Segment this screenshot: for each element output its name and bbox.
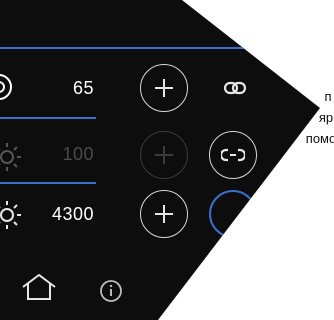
row-color-temperature: 4300 xyxy=(0,190,300,238)
unlink-button[interactable] xyxy=(209,131,257,179)
info-icon xyxy=(100,280,122,302)
unlink-icon xyxy=(221,148,245,162)
row-brightness-main: 65 xyxy=(0,64,300,112)
increase-color-temperature-button[interactable] xyxy=(140,190,188,238)
brightness-value: 65 xyxy=(72,78,94,98)
brightness-icon xyxy=(0,74,12,100)
row-brightness-dim: 100 xyxy=(0,131,300,179)
top-divider xyxy=(0,47,300,49)
plus-icon xyxy=(155,146,173,164)
home-button[interactable] xyxy=(20,272,58,307)
row-divider-2 xyxy=(0,182,96,184)
home-icon xyxy=(22,273,56,300)
plus-icon xyxy=(155,205,173,223)
link-icon[interactable] xyxy=(223,81,247,100)
color-temperature-value: 4300 xyxy=(51,204,94,224)
increase-brightness-button[interactable] xyxy=(140,64,188,112)
increase-dim-button xyxy=(140,131,188,179)
plus-icon xyxy=(155,79,173,97)
side-note-line-1: п xyxy=(324,89,332,104)
side-note-line-2: яр xyxy=(318,110,334,125)
row-divider-1 xyxy=(0,117,96,119)
side-note-line-3: помо xyxy=(305,131,334,146)
dim-brightness-value: 100 xyxy=(62,144,94,164)
control-panel: 65 100 4300 xyxy=(0,0,320,320)
info-button[interactable] xyxy=(99,279,123,308)
selected-mode-button[interactable] xyxy=(209,190,257,238)
